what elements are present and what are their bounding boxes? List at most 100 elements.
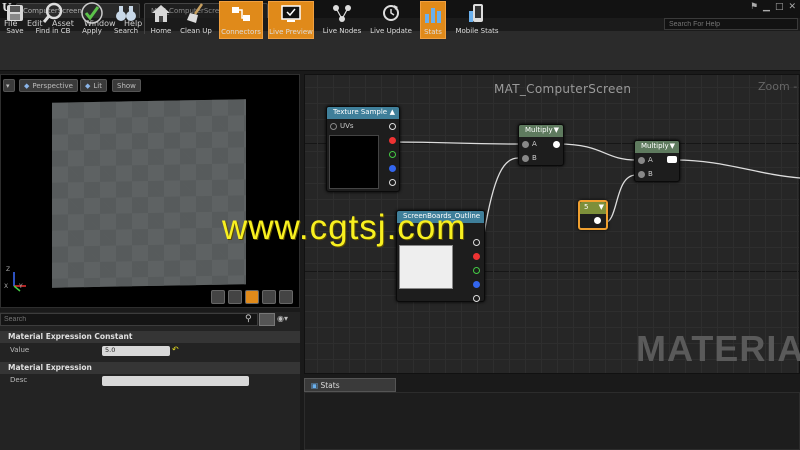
apply-button[interactable]: Apply (79, 1, 105, 39)
save-button[interactable]: Save (2, 1, 28, 39)
live-preview-button[interactable]: Live Preview (268, 1, 314, 39)
toolbar-label: Search (113, 27, 139, 35)
r-output-pin[interactable] (473, 253, 480, 260)
node-header: Multiply ▼ (519, 125, 563, 137)
save-icon (2, 1, 28, 25)
perspective-button[interactable]: ◆ Perspective (19, 79, 78, 92)
toolbar-label: Live Update (370, 27, 412, 35)
checkmark-icon (79, 1, 105, 25)
viewport-options-button[interactable]: ▾ (3, 79, 15, 92)
value-label: Value (10, 346, 30, 354)
details-search-input[interactable] (0, 313, 258, 326)
uvs-label: UVs (340, 122, 354, 130)
feedback-icon[interactable]: ⚑ (750, 2, 758, 14)
toolbar-label: Clean Up (180, 27, 212, 35)
preview-teapot-icon[interactable] (279, 290, 293, 304)
lit-sphere-icon: ◆ (85, 81, 91, 90)
lit-label: Lit (93, 81, 102, 90)
node-header: Texture Sample ▲ (327, 107, 399, 119)
section-title: Material Expression Constant (8, 332, 133, 341)
mobile-stats-button[interactable]: Mobile Stats (454, 1, 500, 39)
window-controls: ⚑ ▁ □ ✕ (720, 0, 800, 16)
preview-mesh-plane (52, 99, 246, 288)
live-nodes-button[interactable]: Live Nodes (320, 1, 364, 39)
toolbar-label: Stats (424, 28, 442, 36)
broom-icon (183, 1, 209, 25)
binoculars-icon (113, 1, 139, 25)
axis-y-label: Y (19, 283, 23, 290)
a-output-pin[interactable] (473, 295, 480, 302)
live-update-button[interactable]: Live Update (368, 1, 414, 39)
close-window-icon[interactable]: ✕ (788, 2, 796, 14)
collapse-arrow-icon[interactable]: ▼ (670, 142, 675, 150)
b-output-pin[interactable] (389, 165, 396, 172)
stats-panel (304, 392, 800, 450)
texture-sample-node[interactable]: Texture Sample ▲ UVs (326, 106, 400, 192)
texture-thumbnail (329, 135, 379, 189)
node-header: 5 ▼ (580, 202, 606, 214)
toolbar-label: Apply (82, 27, 102, 35)
output-pin[interactable] (553, 141, 560, 148)
search-help-input[interactable] (664, 18, 798, 30)
node-title: Multiply (525, 126, 553, 134)
property-matrix-button[interactable] (259, 313, 275, 326)
constant-node[interactable]: 5 ▼ (578, 200, 608, 230)
multiply-node-2[interactable]: Multiply ▼ A B (634, 140, 680, 182)
pin-a-label: A (532, 140, 537, 148)
g-output-pin[interactable] (473, 267, 480, 274)
home-button[interactable]: Home (148, 1, 174, 39)
connectors-button[interactable]: Connectors (219, 1, 263, 39)
preview-cube-icon[interactable] (262, 290, 276, 304)
collapse-arrow-icon[interactable]: ▲ (390, 108, 395, 116)
eye-icon[interactable]: ◉▾ (277, 314, 288, 323)
b-output-pin[interactable] (473, 281, 480, 288)
stats-button[interactable]: Stats (420, 1, 446, 39)
toolbar-label: Live Nodes (322, 27, 362, 35)
value-input[interactable]: 5.0 (102, 346, 170, 356)
lit-button[interactable]: ◆ Lit (80, 79, 107, 92)
perspective-label: Perspective (32, 81, 73, 90)
texture-thumbnail (399, 245, 453, 289)
section-header[interactable]: Material Expression (0, 362, 300, 374)
a-input-pin[interactable] (522, 141, 529, 148)
g-output-pin[interactable] (389, 151, 396, 158)
bars-icon (420, 2, 446, 26)
toolbar-divider (144, 4, 145, 34)
output-pin[interactable] (667, 156, 677, 163)
section-header[interactable]: Material Expression Constant (0, 331, 300, 343)
show-button[interactable]: Show (112, 79, 141, 92)
a-output-pin[interactable] (389, 179, 396, 186)
minimize-icon[interactable]: ▁ (763, 2, 770, 14)
clean-up-button[interactable]: Clean Up (179, 1, 213, 39)
search-button[interactable]: Search (112, 1, 140, 39)
preview-cylinder-icon[interactable] (211, 290, 225, 304)
desc-input[interactable] (102, 376, 249, 386)
b-input-pin[interactable] (522, 155, 529, 162)
site-watermark: www.cgtsj.com (222, 208, 467, 247)
home-icon (148, 1, 174, 25)
nodes-icon (329, 1, 355, 25)
toolbar-label: Mobile Stats (455, 27, 499, 35)
show-label: Show (117, 81, 136, 90)
node-header: Multiply ▼ (635, 141, 679, 153)
b-input-pin[interactable] (638, 171, 645, 178)
collapse-arrow-icon[interactable]: ▼ (599, 203, 604, 211)
rgb-output-pin[interactable] (473, 239, 480, 246)
pin-a-label: A (648, 156, 653, 164)
axis-z-label: Z (6, 266, 11, 273)
collapse-arrow-icon[interactable]: ▼ (554, 126, 559, 134)
preview-sphere-icon[interactable] (228, 290, 242, 304)
maximize-icon[interactable]: □ (775, 2, 784, 14)
preview-plane-icon[interactable] (245, 290, 259, 304)
toolbar-label: Save (6, 27, 24, 35)
toolbar-label: Find in CB (35, 27, 71, 35)
uvs-input-pin[interactable] (330, 123, 337, 130)
find-in-cb-button[interactable]: Find in CB (34, 1, 72, 39)
a-input-pin[interactable] (638, 157, 645, 164)
multiply-node-1[interactable]: Multiply ▼ A B (518, 124, 564, 166)
stats-tab[interactable]: ▣ Stats (304, 378, 396, 392)
output-pin[interactable] (594, 217, 601, 224)
r-output-pin[interactable] (389, 137, 396, 144)
rgb-output-pin[interactable] (389, 123, 396, 130)
reset-to-default-icon[interactable]: ↶ (172, 345, 179, 354)
